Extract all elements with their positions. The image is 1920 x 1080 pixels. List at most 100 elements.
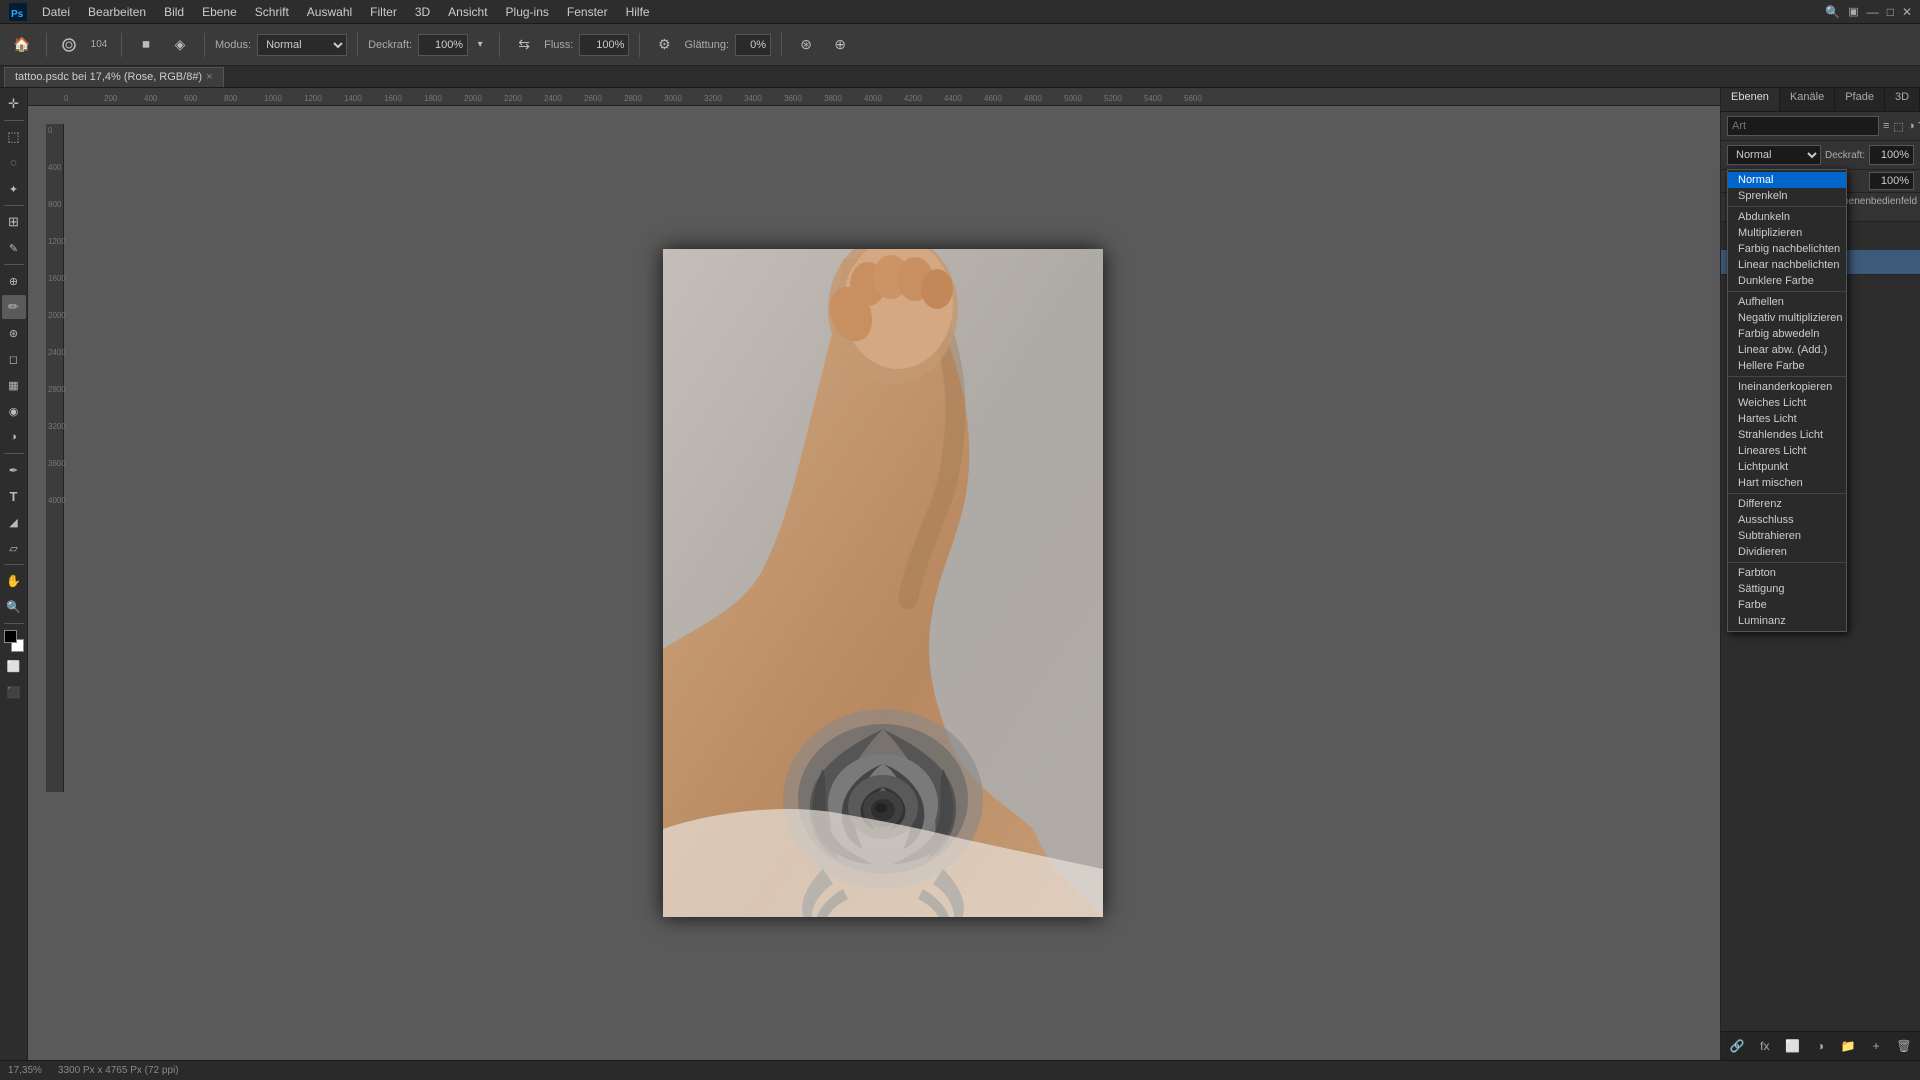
blend-linear-abw[interactable]: Linear abw. (Add.) <box>1728 342 1846 358</box>
hand-tool[interactable]: ✋ <box>2 569 26 593</box>
fill-input[interactable] <box>1869 172 1914 190</box>
tab-pfade[interactable]: Pfade <box>1835 88 1885 111</box>
settings-btn[interactable]: ⚙ <box>650 31 678 59</box>
blend-strahlendes-licht[interactable]: Strahlendes Licht <box>1728 427 1846 443</box>
canvas-wrapper: 0 400 800 1200 1600 2000 2400 2800 3200 … <box>46 106 1720 1060</box>
menu-3d[interactable]: 3D <box>407 3 438 21</box>
home-btn[interactable]: 🏠 <box>8 31 36 59</box>
blend-dividieren[interactable]: Dividieren <box>1728 544 1846 560</box>
blend-aufhellen[interactable]: Aufhellen <box>1728 294 1846 310</box>
blend-farbig-abwedeln[interactable]: Farbig abwedeln <box>1728 326 1846 342</box>
fluss-input[interactable] <box>579 34 629 56</box>
lasso-tool[interactable]: ◌ <box>2 151 26 175</box>
blend-dunklere-farbe[interactable]: Dunklere Farbe <box>1728 273 1846 289</box>
layers-search-input[interactable] <box>1727 116 1879 136</box>
delete-layer-btn[interactable]: 🗑 <box>1894 1036 1914 1056</box>
blend-differenz[interactable]: Differenz <box>1728 496 1846 512</box>
blend-subtrahieren[interactable]: Subtrahieren <box>1728 528 1846 544</box>
blend-weiches-licht[interactable]: Weiches Licht <box>1728 395 1846 411</box>
new-fill-adj-btn[interactable]: ◑ <box>1810 1036 1830 1056</box>
blend-hartes-licht[interactable]: Hartes Licht <box>1728 411 1846 427</box>
foreground-color[interactable] <box>4 630 17 643</box>
menu-hilfe[interactable]: Hilfe <box>618 3 658 21</box>
modus-select[interactable]: Normal <box>257 34 347 56</box>
filter-pixel-btn[interactable]: ⬚ <box>1893 116 1903 136</box>
mask-mode[interactable]: ⬜ <box>2 654 26 678</box>
menu-auswahl[interactable]: Auswahl <box>299 3 360 21</box>
zoom-tool[interactable]: 🔍 <box>2 595 26 619</box>
blend-sprenkeln[interactable]: Sprenkeln <box>1728 188 1846 204</box>
ruler-vertical: 0 400 800 1200 1600 2000 2400 2800 3200 … <box>46 124 64 792</box>
airbrush-btn[interactable]: ◈ <box>166 31 194 59</box>
text-tool[interactable]: T <box>2 484 26 508</box>
blend-linear-nachbelichten[interactable]: Linear nachbelichten <box>1728 257 1846 273</box>
blend-abdunkeln[interactable]: Abdunkeln <box>1728 209 1846 225</box>
blend-negativ-multiplizieren[interactable]: Negativ multiplizieren <box>1728 310 1846 326</box>
crop-tool[interactable]: ⊞ <box>2 210 26 234</box>
heal-tool[interactable]: ⊕ <box>2 269 26 293</box>
new-layer-btn[interactable]: + <box>1866 1036 1886 1056</box>
blend-hellere-farbe[interactable]: Hellere Farbe <box>1728 358 1846 374</box>
menu-schrift[interactable]: Schrift <box>247 3 297 21</box>
angle-btn[interactable]: ⊛ <box>792 31 820 59</box>
tab-3d[interactable]: 3D <box>1885 88 1920 111</box>
blend-ausschluss[interactable]: Ausschluss <box>1728 512 1846 528</box>
frame-mode[interactable]: ⬛ <box>2 680 26 704</box>
eraser-tool[interactable]: ◻ <box>2 347 26 371</box>
menu-datei[interactable]: Datei <box>34 3 78 21</box>
blend-normal[interactable]: Normal <box>1728 172 1846 188</box>
blend-farbe[interactable]: Farbe <box>1728 597 1846 613</box>
blend-lichtpunkt[interactable]: Lichtpunkt <box>1728 459 1846 475</box>
blend-ineinanderkopieren[interactable]: Ineinanderkopieren <box>1728 379 1846 395</box>
menu-ebene[interactable]: Ebene <box>194 3 245 21</box>
menu-bearbeiten[interactable]: Bearbeiten <box>80 3 154 21</box>
path-select-tool[interactable]: ◢ <box>2 510 26 534</box>
new-group-btn[interactable]: 📁 <box>1838 1036 1858 1056</box>
menu-plugins[interactable]: Plug-ins <box>498 3 557 21</box>
workspace-btn[interactable]: ▣ <box>1848 5 1858 18</box>
blur-tool[interactable]: ◉ <box>2 399 26 423</box>
tablet-btn[interactable]: ⊕ <box>826 31 854 59</box>
menu-fenster[interactable]: Fenster <box>559 3 616 21</box>
gradient-tool[interactable]: ▦ <box>2 373 26 397</box>
clone-tool[interactable]: ⊛ <box>2 321 26 345</box>
document-tab[interactable]: tattoo.psdc bei 17,4% (Rose, RGB/8#) × <box>4 67 224 87</box>
menu-ansicht[interactable]: Ansicht <box>440 3 495 21</box>
blend-farbig-nachbelichten[interactable]: Farbig nachbelichten <box>1728 241 1846 257</box>
blend-farbton[interactable]: Farbton <box>1728 565 1846 581</box>
blend-lineares-licht[interactable]: Lineares Licht <box>1728 443 1846 459</box>
menu-bild[interactable]: Bild <box>156 3 192 21</box>
minimize-btn[interactable]: — <box>1867 5 1879 19</box>
deckraft-input[interactable] <box>418 34 468 56</box>
magic-wand-tool[interactable]: ✦ <box>2 177 26 201</box>
add-mask-btn[interactable]: ⬜ <box>1783 1036 1803 1056</box>
maximize-btn[interactable]: □ <box>1887 5 1894 19</box>
marquee-tool[interactable]: ⬚ <box>2 125 26 149</box>
tab-ebenen[interactable]: Ebenen <box>1721 88 1780 111</box>
brush-tool[interactable]: ✏ <box>2 295 26 319</box>
tab-kanale[interactable]: Kanäle <box>1780 88 1835 111</box>
blend-mode-select[interactable]: Normal <box>1727 145 1821 165</box>
shape-tool[interactable]: ▱ <box>2 536 26 560</box>
search-btn[interactable]: 🔍 <box>1825 5 1840 19</box>
blend-sattigung[interactable]: Sättigung <box>1728 581 1846 597</box>
filter-adjust-btn[interactable]: ◑ <box>1908 116 1915 136</box>
dodge-tool[interactable]: ◑ <box>2 425 26 449</box>
move-tool[interactable]: ✛ <box>2 92 26 116</box>
link-layers-btn[interactable]: 🔗 <box>1727 1036 1747 1056</box>
pen-tool[interactable]: ✒ <box>2 458 26 482</box>
filter-kind-btn[interactable]: ≡ <box>1883 116 1889 136</box>
brush-preset-btn[interactable]: ◼ <box>132 31 160 59</box>
opacity-input[interactable] <box>1869 145 1914 165</box>
add-style-btn[interactable]: fx <box>1755 1036 1775 1056</box>
glattung-input[interactable] <box>735 34 771 56</box>
blend-luminanz[interactable]: Luminanz <box>1728 613 1846 629</box>
symmetry-btn[interactable]: ⇆ <box>510 31 538 59</box>
close-btn[interactable]: ✕ <box>1902 5 1912 19</box>
blend-multiplizieren[interactable]: Multiplizieren <box>1728 225 1846 241</box>
tool-sep5 <box>4 564 24 565</box>
eyedropper-tool[interactable]: ✎ <box>2 236 26 260</box>
blend-hart-mischen[interactable]: Hart mischen <box>1728 475 1846 491</box>
deckraft-slider-icon[interactable]: ▾ <box>471 31 489 59</box>
menu-filter[interactable]: Filter <box>362 3 405 21</box>
